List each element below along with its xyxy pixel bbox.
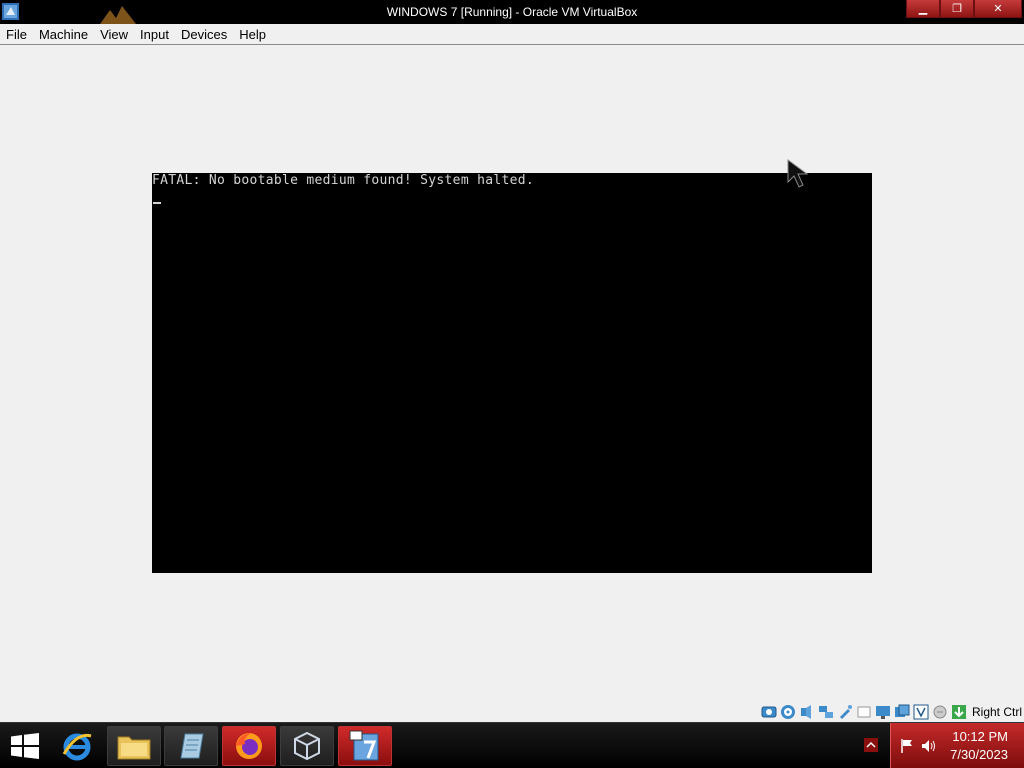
network-icon[interactable]: [818, 704, 834, 720]
menu-help[interactable]: Help: [233, 24, 272, 45]
taskbar: 10:12 PM 7/30/2023: [0, 722, 1024, 768]
vm-display[interactable]: FATAL: No bootable medium found! System …: [152, 173, 872, 573]
optical-drive-icon[interactable]: [780, 704, 796, 720]
close-button[interactable]: ✕: [974, 0, 1022, 18]
taskbar-firefox[interactable]: [222, 726, 276, 766]
host-key-label: Right Ctrl: [971, 705, 1022, 719]
internet-explorer-icon: [62, 733, 92, 761]
menu-devices[interactable]: Devices: [175, 24, 233, 45]
menu-input[interactable]: Input: [134, 24, 175, 45]
status-bar: Right Ctrl: [0, 702, 1024, 722]
usb-icon[interactable]: [837, 704, 853, 720]
windows7-vm-icon: [349, 730, 379, 761]
menu-bar: File Machine View Input Devices Help: [0, 24, 1024, 45]
file-explorer-icon: [117, 736, 151, 760]
close-icon: ✕: [993, 3, 1003, 15]
boot-error-message: FATAL: No bootable medium found! System …: [152, 173, 534, 188]
clock-date: 7/30/2023: [950, 747, 1008, 762]
firefox-icon: [236, 733, 262, 759]
taskbar-internet-explorer[interactable]: [50, 726, 104, 766]
action-center-flag-icon[interactable]: [899, 738, 915, 754]
display-icon[interactable]: [875, 704, 891, 720]
minimize-button[interactable]: ▁: [906, 0, 940, 18]
clock-time: 10:12 PM: [952, 729, 1008, 744]
window-title: WINDOWS 7 [Running] - Oracle VM VirtualB…: [386, 5, 638, 19]
taskbar-virtualbox[interactable]: [280, 726, 334, 766]
taskbar-windows7-vm[interactable]: [338, 726, 392, 766]
start-button[interactable]: [0, 723, 50, 768]
minimize-icon: ▁: [918, 3, 928, 15]
menu-view[interactable]: View: [94, 24, 134, 45]
taskbar-file-explorer[interactable]: [107, 726, 161, 766]
shared-folders-icon[interactable]: [856, 704, 872, 720]
restore-icon: ❐: [952, 3, 962, 15]
hard-disk-icon[interactable]: [761, 704, 777, 720]
text-cursor: [153, 202, 161, 204]
virtualization-icon[interactable]: [913, 704, 929, 720]
video-capture-icon[interactable]: [894, 704, 910, 720]
keyboard-icon[interactable]: [951, 704, 967, 720]
taskbar-notepad[interactable]: [164, 726, 218, 766]
restore-button[interactable]: ❐: [940, 0, 974, 18]
volume-icon[interactable]: [921, 738, 937, 754]
show-hidden-icons-icon[interactable]: [864, 738, 878, 752]
mouse-pointer-icon: [787, 159, 809, 188]
audio-icon[interactable]: [799, 704, 815, 720]
system-clock[interactable]: 10:12 PM 7/30/2023: [950, 728, 1008, 764]
windows-logo-icon: [11, 733, 39, 759]
mouse-integration-icon[interactable]: [932, 704, 948, 720]
notepad-icon: [180, 733, 204, 759]
title-bar: WINDOWS 7 [Running] - Oracle VM VirtualB…: [0, 0, 1024, 24]
menu-file[interactable]: File: [0, 24, 33, 45]
virtualbox-icon: [294, 731, 320, 761]
menu-machine[interactable]: Machine: [33, 24, 94, 45]
notification-area: 10:12 PM 7/30/2023: [890, 723, 1024, 768]
window-controls: ▁ ❐ ✕: [906, 0, 1022, 18]
